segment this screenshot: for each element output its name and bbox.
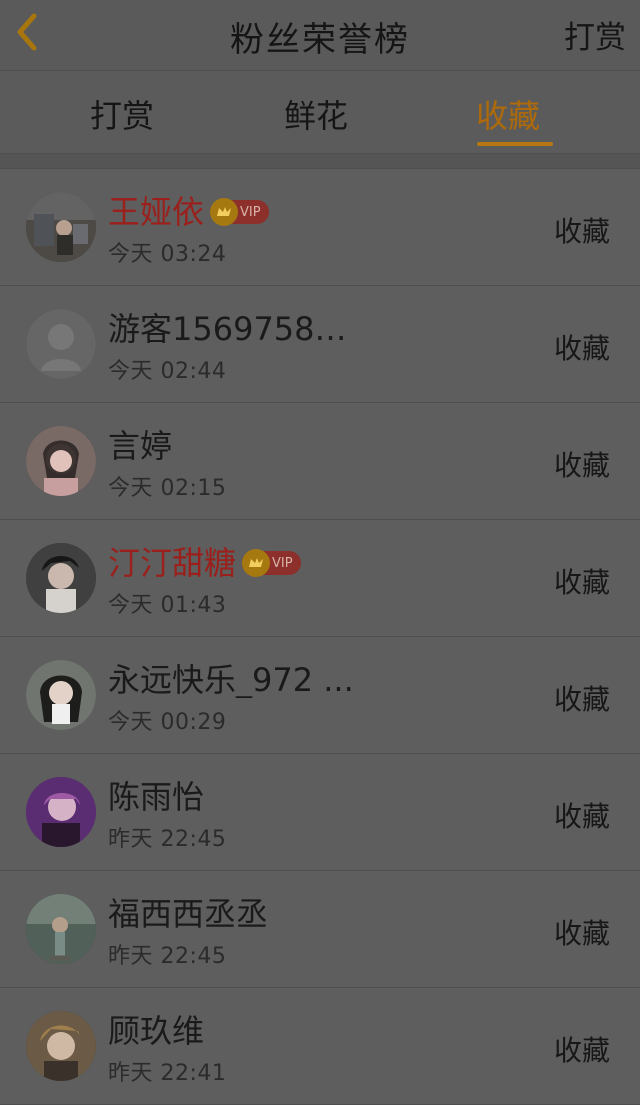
name-line: 游客156975815 ... xyxy=(108,311,358,347)
tab-bar: 打赏 鲜花 收藏 xyxy=(0,71,640,154)
avatar[interactable] xyxy=(26,777,96,847)
user-avatar-icon xyxy=(26,543,96,613)
timestamp: 今天 03:24 xyxy=(108,242,227,267)
list-item[interactable]: 陈雨怡 昨天 22:45 收藏 xyxy=(0,754,640,871)
timestamp: 今天 00:29 xyxy=(108,710,227,735)
name-line: 王娅依 VIP xyxy=(108,194,269,230)
avatar[interactable] xyxy=(26,1011,96,1081)
user-name: 永远快乐_972 ... xyxy=(108,662,354,698)
user-name: 福西西丞丞 xyxy=(108,895,269,933)
collect-button[interactable]: 收藏 xyxy=(554,561,610,601)
list-divider xyxy=(0,154,640,169)
name-line: 汀汀甜糖 VIP xyxy=(108,545,301,581)
user-name: 王娅依 xyxy=(108,193,205,231)
collect-button[interactable]: 收藏 xyxy=(554,912,610,952)
vip-badge: VIP xyxy=(242,549,301,577)
user-avatar-icon xyxy=(26,1011,96,1081)
list-item[interactable]: 顾玖维 昨天 22:41 收藏 xyxy=(0,988,640,1105)
collect-button[interactable]: 收藏 xyxy=(554,444,610,484)
list-item[interactable]: 言婷 今天 02:15 收藏 xyxy=(0,403,640,520)
fan-list: 王娅依 VIP 今天 03:24 收藏 游客156975815 今天 02:44… xyxy=(0,169,640,1105)
collect-button[interactable]: 收藏 xyxy=(554,210,610,250)
collect-button[interactable]: 收藏 xyxy=(554,1029,610,1069)
tab-collect[interactable]: 收藏 xyxy=(476,91,540,137)
timestamp: 昨天 22:45 xyxy=(108,944,227,969)
crown-icon xyxy=(242,549,271,577)
timestamp: 今天 01:43 xyxy=(108,593,227,618)
tab-flowers[interactable]: 鲜花 xyxy=(284,91,348,137)
active-tab-indicator xyxy=(477,142,553,146)
list-item[interactable]: 汀汀甜糖 VIP 今天 01:43 收藏 xyxy=(0,520,640,637)
avatar[interactable] xyxy=(26,894,96,964)
timestamp: 昨天 22:41 xyxy=(108,1061,227,1086)
timestamp: 今天 02:15 xyxy=(108,476,227,501)
user-avatar-icon xyxy=(26,894,96,964)
name-line: 福西西丞丞 xyxy=(108,896,268,932)
user-avatar-icon xyxy=(26,192,96,262)
list-item[interactable]: 游客156975815 ... 今天 02:44 收藏 xyxy=(0,286,640,403)
reward-button[interactable]: 打赏 xyxy=(564,12,626,57)
user-name: 言婷 xyxy=(108,427,173,465)
tab-reward[interactable]: 打赏 xyxy=(90,91,154,137)
list-item[interactable]: 王娅依 VIP 今天 03:24 收藏 xyxy=(0,169,640,286)
crown-icon xyxy=(210,198,239,226)
name-line: 顾玖维 xyxy=(108,1013,204,1049)
avatar[interactable] xyxy=(26,309,96,379)
collect-button[interactable]: 收藏 xyxy=(554,327,610,367)
app-screen: 粉丝荣誉榜 打赏 打赏 鲜花 收藏 王娅依 VIP 今天 03:24 收藏 游客… xyxy=(0,0,640,1105)
name-line: 言婷 xyxy=(108,428,172,464)
collect-button[interactable]: 收藏 xyxy=(554,795,610,835)
avatar[interactable] xyxy=(26,426,96,496)
vip-badge: VIP xyxy=(210,198,269,226)
avatar[interactable] xyxy=(26,192,96,262)
user-avatar-icon xyxy=(26,777,96,847)
vip-label: VIP xyxy=(272,555,293,571)
user-name: 游客156975815 ... xyxy=(108,311,358,347)
vip-label: VIP xyxy=(240,204,261,220)
page-title: 粉丝荣誉榜 xyxy=(230,20,410,60)
list-item[interactable]: 永远快乐_972 ... 今天 00:29 收藏 xyxy=(0,637,640,754)
name-line: 永远快乐_972 ... xyxy=(108,662,354,698)
user-name: 顾玖维 xyxy=(108,1012,205,1050)
user-name: 陈雨怡 xyxy=(108,778,205,816)
list-item[interactable]: 福西西丞丞 昨天 22:45 收藏 xyxy=(0,871,640,988)
user-name: 汀汀甜糖 xyxy=(108,544,237,582)
avatar[interactable] xyxy=(26,660,96,730)
timestamp: 今天 02:44 xyxy=(108,359,227,384)
avatar[interactable] xyxy=(26,543,96,613)
collect-button[interactable]: 收藏 xyxy=(554,678,610,718)
header-bar: 粉丝荣誉榜 打赏 xyxy=(0,0,640,71)
default-user-icon xyxy=(26,309,96,379)
name-line: 陈雨怡 xyxy=(108,779,204,815)
user-avatar-icon xyxy=(26,660,96,730)
timestamp: 昨天 22:45 xyxy=(108,827,227,852)
user-avatar-icon xyxy=(26,426,96,496)
